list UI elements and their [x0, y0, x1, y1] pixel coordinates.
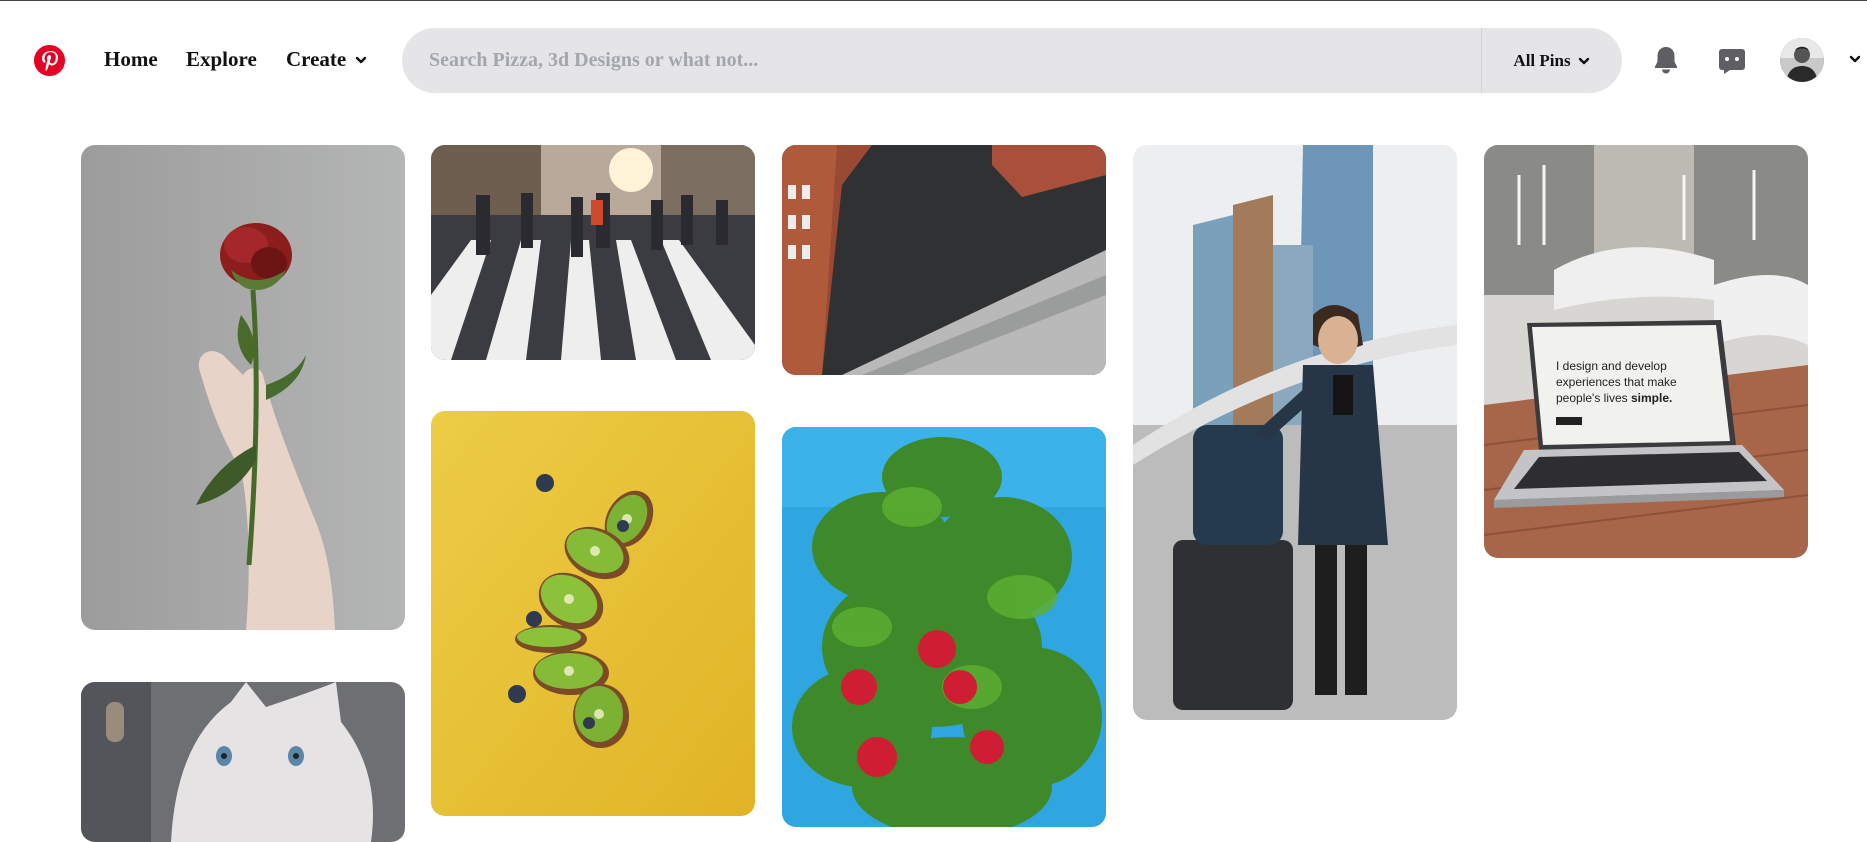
nav-home-link[interactable]: Home: [104, 47, 158, 72]
laptop-screen-text-line2: experiences that make: [1556, 375, 1677, 389]
nav-create-label: Create: [286, 47, 347, 71]
pin-image-kiwi: [431, 411, 755, 816]
pin-card-apples[interactable]: [782, 427, 1106, 827]
nav-explore-link[interactable]: Explore: [186, 47, 257, 72]
chevron-down-icon: [356, 56, 367, 63]
pinterest-logo-icon[interactable]: [33, 44, 66, 77]
pin-image-rooftops: [782, 145, 1106, 375]
pin-card-laptop[interactable]: I design and develop experiences that ma…: [1484, 145, 1808, 558]
search-input[interactable]: [402, 28, 1481, 93]
messages-icon[interactable]: [1716, 44, 1748, 76]
avatar-photo: [1780, 38, 1824, 82]
pin-image-traveler: [1133, 145, 1457, 720]
pin-image-cat: [81, 682, 405, 842]
laptop-screen-text-line1: I design and develop: [1556, 359, 1667, 373]
pin-card-rose[interactable]: [81, 145, 405, 630]
pin-card-traveler[interactable]: [1133, 145, 1457, 720]
chevron-down-icon: [1578, 57, 1589, 64]
pin-filter-label: All Pins: [1513, 50, 1571, 70]
search-bar: All Pins: [402, 28, 1622, 93]
top-navigation-bar: Home Explore Create All Pins: [0, 0, 1867, 110]
pin-filter-dropdown[interactable]: All Pins: [1481, 28, 1622, 93]
nav-create-menu[interactable]: Create: [286, 47, 368, 72]
pin-card-cat[interactable]: [81, 682, 405, 842]
pin-card-kiwi[interactable]: [431, 411, 755, 816]
pin-image-laptop: I design and develop experiences that ma…: [1484, 145, 1808, 558]
account-menu-chevron-icon[interactable]: [1848, 52, 1862, 66]
pin-card-rooftops[interactable]: [782, 145, 1106, 375]
user-avatar[interactable]: [1780, 38, 1824, 82]
pin-card-crosswalk[interactable]: [431, 145, 755, 360]
laptop-screen-text-line3: people's lives simple.: [1556, 391, 1672, 405]
pin-image-rose: [81, 145, 405, 630]
notification-bell-icon[interactable]: [1650, 44, 1682, 76]
pin-image-crosswalk: [431, 145, 755, 360]
pin-image-apples: [782, 427, 1106, 827]
